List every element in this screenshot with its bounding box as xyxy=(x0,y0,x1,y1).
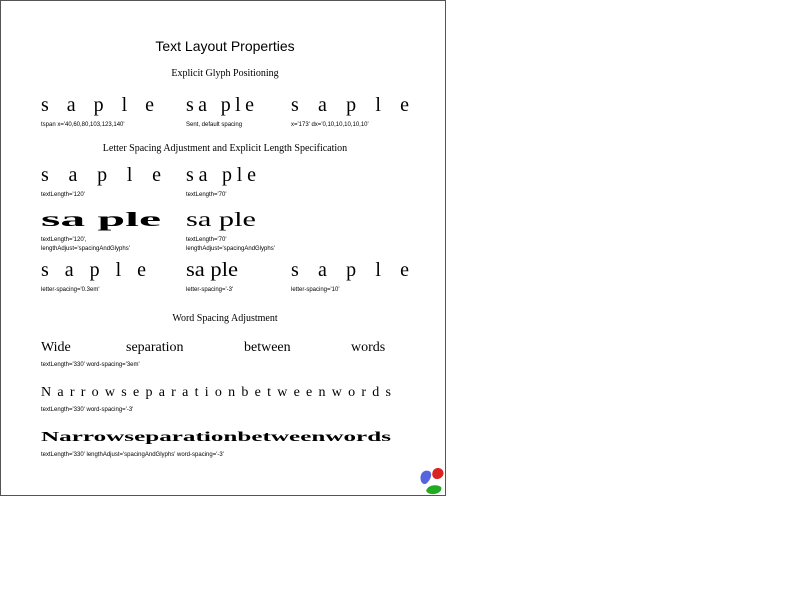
wide-word-3: between xyxy=(244,340,291,355)
caption-letter-spacing-10: letter-spacing='10' xyxy=(291,287,340,293)
sample-letter-spacing-em: s a p l e xyxy=(41,259,146,281)
caption-narrow-separation-glyphs: textLength='330' lengthAdjust='spacingAn… xyxy=(41,452,224,458)
page-title: Text Layout Properties xyxy=(155,38,294,54)
wide-word-4: words xyxy=(351,340,385,355)
sample-glyphs-explicit-x: s a p l e xyxy=(41,94,154,116)
caption-spacing-and-glyphs-120-line1: textLength='120', xyxy=(41,237,87,243)
caption-letter-spacing-em: letter-spacing='0.3em' xyxy=(41,287,100,293)
caption-wide-separation: textLength='330' word-spacing='3em' xyxy=(41,362,140,368)
wide-word-1: Wide xyxy=(41,340,71,355)
narrow-separation-glyphs: Narrowseparationbetweenwords xyxy=(41,430,392,445)
caption-explicit-x: tspan x='40,60,80,103,123,140' xyxy=(41,122,125,128)
section-heading-word-spacing: Word Spacing Adjustment xyxy=(172,313,278,324)
caption-narrow-separation: textLength='330' word-spacing='-3' xyxy=(41,407,133,413)
caption-spacing-and-glyphs-70-line1: textLength='70' xyxy=(186,237,227,243)
caption-letter-spacing-negative: letter-spacing='-3' xyxy=(186,287,233,293)
narrow-separation-spaced: N a r r o w s e p a r a t i o n b e t w … xyxy=(41,385,391,400)
caption-default-spacing: Sent, default spacing xyxy=(186,122,242,128)
wide-word-2: separation xyxy=(126,340,184,355)
sample-spacing-and-glyphs-120: sa ple xyxy=(41,209,161,231)
caption-dx: x='173' dx='0,10,10,10,10,10' xyxy=(291,122,369,128)
sample-letter-spacing-negative: sa ple xyxy=(186,259,238,281)
document-canvas: Text Layout Properties Explicit Glyph Po… xyxy=(0,0,446,496)
sample-textlength-70: sa ple xyxy=(186,164,256,186)
sample-glyphs-default: sa ple xyxy=(186,94,254,116)
section-heading-glyph-positioning: Explicit Glyph Positioning xyxy=(171,68,278,79)
sample-spacing-and-glyphs-70: sa ple xyxy=(186,209,256,231)
sample-textlength-120: s a p l e xyxy=(41,164,161,186)
text-layout-svg: Text Layout Properties Explicit Glyph Po… xyxy=(41,38,444,495)
caption-spacing-and-glyphs-70-line2: lengthAdjust='spacingAndGlyphs' xyxy=(186,246,275,252)
sample-letter-spacing-10: s a p l e xyxy=(291,259,409,281)
caption-textlength-120: textLength='120' xyxy=(41,192,85,198)
section-heading-letter-spacing: Letter Spacing Adjustment and Explicit L… xyxy=(103,143,347,154)
sample-glyphs-dx: s a p l e xyxy=(291,94,409,116)
caption-textlength-70: textLength='70' xyxy=(186,192,227,198)
caption-spacing-and-glyphs-120-line2: lengthAdjust='spacingAndGlyphs' xyxy=(41,246,130,252)
svg-logo-icon xyxy=(420,468,444,495)
